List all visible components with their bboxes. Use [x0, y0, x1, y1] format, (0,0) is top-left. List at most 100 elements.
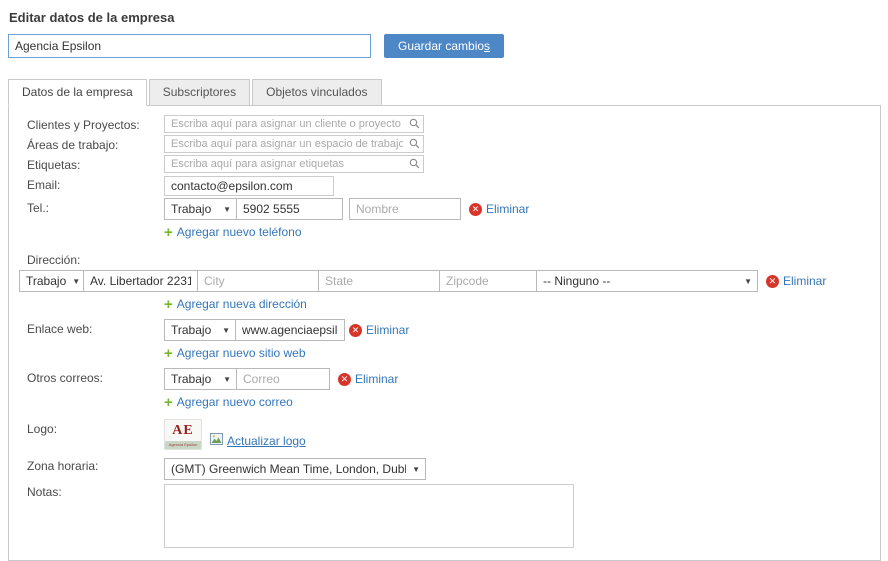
page-title: Editar datos de la empresa: [9, 10, 881, 25]
timezone-label: Zona horaria:: [19, 456, 164, 473]
other-emails-row: Otros correos: Trabajo ▼ ✕ Eliminar: [19, 368, 870, 390]
tab-bar: Datos de la empresa Subscriptores Objeto…: [8, 79, 881, 106]
add-phone-row: + Agregar nuevo teléfono: [164, 224, 870, 241]
logo-label: Logo:: [19, 419, 164, 436]
save-button[interactable]: Guardar cambios: [384, 34, 504, 58]
remove-website-link[interactable]: Eliminar: [366, 323, 409, 337]
add-address-row: + Agregar nueva dirección: [164, 296, 870, 313]
clients-search-wrap: [164, 115, 424, 133]
timezone-value: (GMT) Greenwich Mean Time, London, Dubli…: [171, 462, 406, 476]
notes-label: Notas:: [19, 482, 164, 499]
chevron-down-icon: ▼: [223, 375, 231, 384]
chevron-down-icon: ▼: [744, 277, 752, 286]
logo-caption: Agencia Epsilon: [165, 441, 201, 449]
other-email-type-select[interactable]: Trabajo ▼: [164, 368, 237, 390]
add-phone-link[interactable]: Agregar nuevo teléfono: [177, 225, 302, 239]
phone-number-input[interactable]: [236, 198, 343, 220]
clients-row: Clientes y Proyectos:: [19, 115, 870, 134]
address-city-input[interactable]: [197, 270, 319, 292]
add-address-link[interactable]: Agregar nueva dirección: [177, 297, 307, 311]
other-email-type-value: Trabajo: [171, 372, 211, 386]
update-logo-link[interactable]: Actualizar logo: [227, 434, 306, 448]
chevron-down-icon: ▼: [412, 465, 420, 474]
address-region-value: -- Ninguno --: [543, 274, 610, 288]
tags-search-wrap: [164, 155, 424, 173]
remove-other-email-icon[interactable]: ✕: [338, 373, 351, 386]
company-data-panel: Clientes y Proyectos: Áreas de trabajo: …: [8, 105, 881, 561]
address-region-select[interactable]: -- Ninguno -- ▼: [536, 270, 758, 292]
plus-icon: +: [164, 345, 173, 362]
phone-row: Tel.: Trabajo ▼ ✕ Eliminar: [19, 198, 870, 220]
remove-website-icon[interactable]: ✕: [349, 324, 362, 337]
address-zipcode-input[interactable]: [439, 270, 537, 292]
add-website-link[interactable]: Agregar nuevo sitio web: [177, 346, 306, 360]
tags-search-input[interactable]: [164, 155, 424, 173]
chevron-down-icon: ▼: [223, 205, 231, 214]
plus-icon: +: [164, 394, 173, 411]
website-row: Enlace web: Trabajo ▼ ✕ Eliminar: [19, 319, 870, 341]
workspaces-label: Áreas de trabajo:: [19, 135, 164, 152]
remove-other-email-link[interactable]: Eliminar: [355, 372, 398, 386]
logo-actions: Actualizar logo: [210, 433, 306, 448]
company-logo-image: AE Agencia Epsilon: [164, 419, 202, 450]
address-label: Dirección:: [19, 247, 870, 270]
chevron-down-icon: ▼: [72, 277, 80, 286]
tab-objetos-vinculados[interactable]: Objetos vinculados: [252, 79, 381, 106]
timezone-select[interactable]: (GMT) Greenwich Mean Time, London, Dubli…: [164, 458, 426, 480]
save-button-accesskey: s: [484, 39, 490, 53]
workspaces-search-input[interactable]: [164, 135, 424, 153]
address-street-input[interactable]: [83, 270, 198, 292]
email-row: Email:: [19, 175, 870, 198]
remove-phone-icon[interactable]: ✕: [469, 203, 482, 216]
save-button-label: Guardar cambio: [398, 39, 484, 53]
other-email-input[interactable]: [236, 368, 330, 390]
phone-name-input[interactable]: [349, 198, 461, 220]
address-row: Trabajo ▼ -- Ninguno -- ▼ ✕ Eliminar: [19, 270, 870, 292]
logo-row: Logo: AE Agencia Epsilon Actualizar logo: [19, 419, 870, 450]
edit-company-page: Editar datos de la empresa Guardar cambi…: [0, 0, 888, 561]
tags-row: Etiquetas:: [19, 155, 870, 174]
add-other-email-link[interactable]: Agregar nuevo correo: [177, 395, 293, 409]
email-label: Email:: [19, 175, 164, 192]
search-icon: [409, 138, 420, 152]
remove-address-link[interactable]: Eliminar: [783, 274, 826, 288]
website-type-value: Trabajo: [171, 323, 211, 337]
website-fields: Trabajo ▼ ✕ Eliminar: [164, 319, 409, 341]
notes-row: Notas:: [19, 482, 870, 548]
website-type-select[interactable]: Trabajo ▼: [164, 319, 236, 341]
email-input[interactable]: [164, 176, 334, 196]
logo-initials: AE: [165, 420, 201, 441]
search-icon: [409, 158, 420, 172]
phone-label: Tel.:: [19, 198, 164, 215]
add-other-email-row: + Agregar nuevo correo: [164, 394, 870, 411]
picture-icon: [210, 433, 223, 448]
header-row: Guardar cambios: [8, 34, 881, 58]
other-emails-label: Otros correos:: [19, 368, 164, 385]
website-label: Enlace web:: [19, 319, 164, 336]
search-icon: [409, 118, 420, 132]
tab-subscriptores[interactable]: Subscriptores: [149, 79, 250, 106]
add-website-row: + Agregar nuevo sitio web: [164, 345, 870, 362]
phone-type-value: Trabajo: [171, 202, 211, 216]
timezone-row: Zona horaria: (GMT) Greenwich Mean Time,…: [19, 456, 870, 480]
phone-type-select[interactable]: Trabajo ▼: [164, 198, 237, 220]
clients-label: Clientes y Proyectos:: [19, 115, 164, 132]
other-email-fields: Trabajo ▼ ✕ Eliminar: [164, 368, 398, 390]
workspaces-search-wrap: [164, 135, 424, 153]
website-url-input[interactable]: [235, 319, 345, 341]
notes-textarea[interactable]: [164, 484, 574, 548]
company-name-input[interactable]: [8, 34, 371, 58]
tab-datos-de-la-empresa[interactable]: Datos de la empresa: [8, 79, 147, 106]
remove-address-icon[interactable]: ✕: [766, 275, 779, 288]
clients-search-input[interactable]: [164, 115, 424, 133]
address-type-value: Trabajo: [26, 274, 66, 288]
chevron-down-icon: ▼: [222, 326, 230, 335]
workspaces-row: Áreas de trabajo:: [19, 135, 870, 154]
remove-phone-link[interactable]: Eliminar: [486, 202, 529, 216]
address-state-input[interactable]: [318, 270, 440, 292]
plus-icon: +: [164, 296, 173, 313]
plus-icon: +: [164, 224, 173, 241]
phone-fields: Trabajo ▼ ✕ Eliminar: [164, 198, 529, 220]
address-type-select[interactable]: Trabajo ▼: [19, 270, 84, 292]
tags-label: Etiquetas:: [19, 155, 164, 172]
